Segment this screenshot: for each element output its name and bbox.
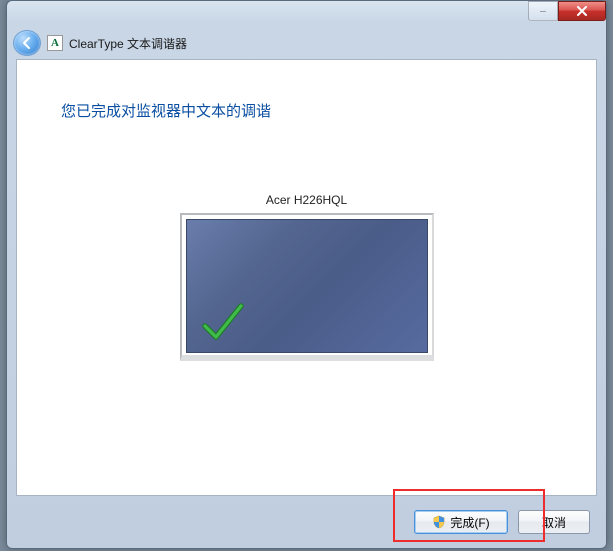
monitor-name-label: Acer H226HQL	[17, 193, 596, 207]
cancel-button[interactable]: 取消	[518, 510, 590, 534]
wizard-window: ─ A ClearType 文本调谐器 您已完成对监视器中文本的调谐 Acer …	[6, 0, 607, 549]
close-button[interactable]	[558, 1, 606, 21]
back-arrow-icon	[20, 36, 34, 50]
back-button[interactable]	[13, 30, 41, 56]
window-controls: ─	[528, 1, 606, 21]
breadcrumb: ClearType 文本调谐器	[69, 35, 187, 52]
titlebar: ─	[7, 1, 606, 29]
checkmark-icon	[201, 300, 245, 344]
footer: 完成(F) 取消	[7, 496, 606, 548]
finish-button[interactable]: 完成(F)	[414, 510, 508, 534]
monitor-screen	[186, 219, 428, 353]
minimize-placeholder: ─	[528, 1, 558, 21]
page-title: 您已完成对监视器中文本的调谐	[61, 100, 596, 121]
content-area: 您已完成对监视器中文本的调谐 Acer H226HQL	[16, 59, 597, 496]
nav-row: A ClearType 文本调谐器	[7, 29, 606, 57]
finish-button-label: 完成(F)	[450, 514, 489, 531]
app-icon: A	[47, 35, 63, 51]
cancel-button-label: 取消	[542, 514, 566, 531]
close-icon	[576, 6, 588, 16]
shield-icon	[432, 515, 446, 529]
monitor-preview	[180, 213, 434, 361]
